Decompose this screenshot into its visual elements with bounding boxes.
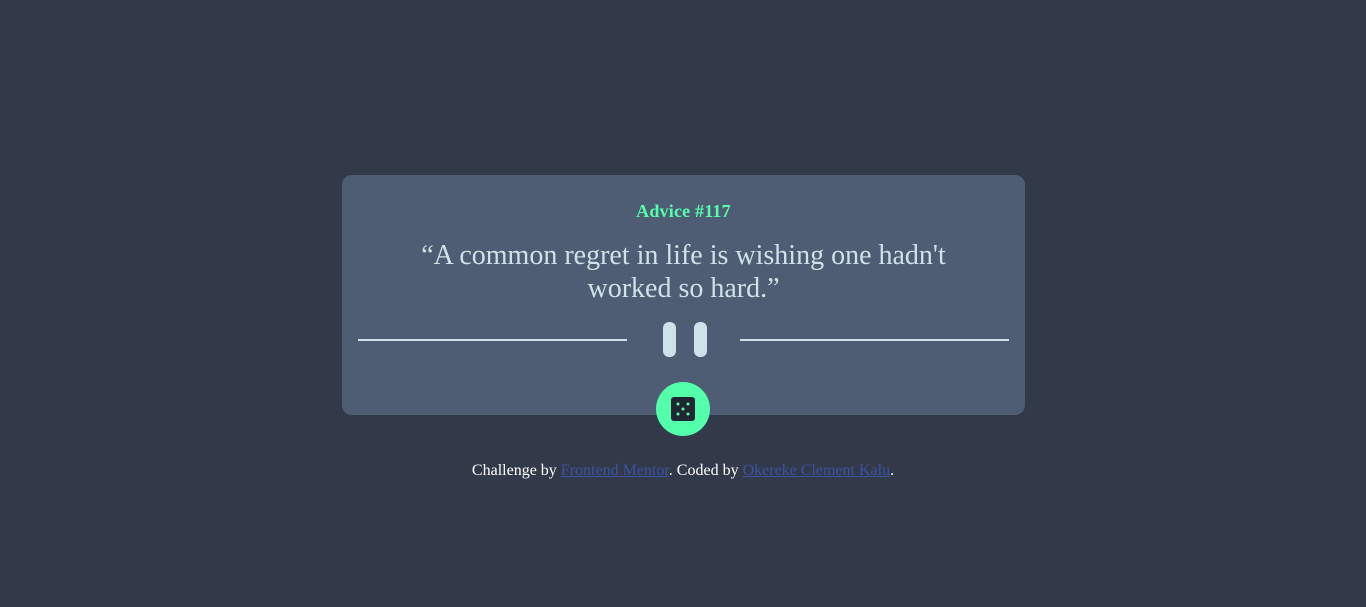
dice-icon bbox=[671, 397, 695, 421]
pause-icon bbox=[663, 321, 707, 359]
pause-bar-left bbox=[663, 322, 676, 357]
attribution-middle: . Coded by bbox=[668, 462, 743, 479]
pause-bar-right bbox=[694, 322, 707, 357]
author-link[interactable]: Okereke Clement Kalu bbox=[743, 462, 891, 479]
frontend-mentor-link[interactable]: Frontend Mentor bbox=[561, 462, 669, 479]
divider-line-right bbox=[740, 339, 1009, 341]
advice-quote: “A common regret in life is wishing one … bbox=[421, 240, 946, 304]
advice-card: Advice #117 “A common regret in life is … bbox=[342, 175, 1025, 415]
generate-advice-button[interactable] bbox=[656, 382, 710, 436]
advice-title: Advice #117 bbox=[636, 201, 731, 221]
divider-line-left bbox=[358, 339, 627, 341]
page: Advice #117 “A common regret in life is … bbox=[0, 0, 1366, 607]
attribution-prefix: Challenge by bbox=[471, 462, 561, 479]
divider bbox=[358, 321, 1009, 359]
attribution-suffix: . bbox=[890, 462, 895, 479]
attribution: Challenge by Frontend Mentor. Coded by O… bbox=[0, 462, 1366, 480]
